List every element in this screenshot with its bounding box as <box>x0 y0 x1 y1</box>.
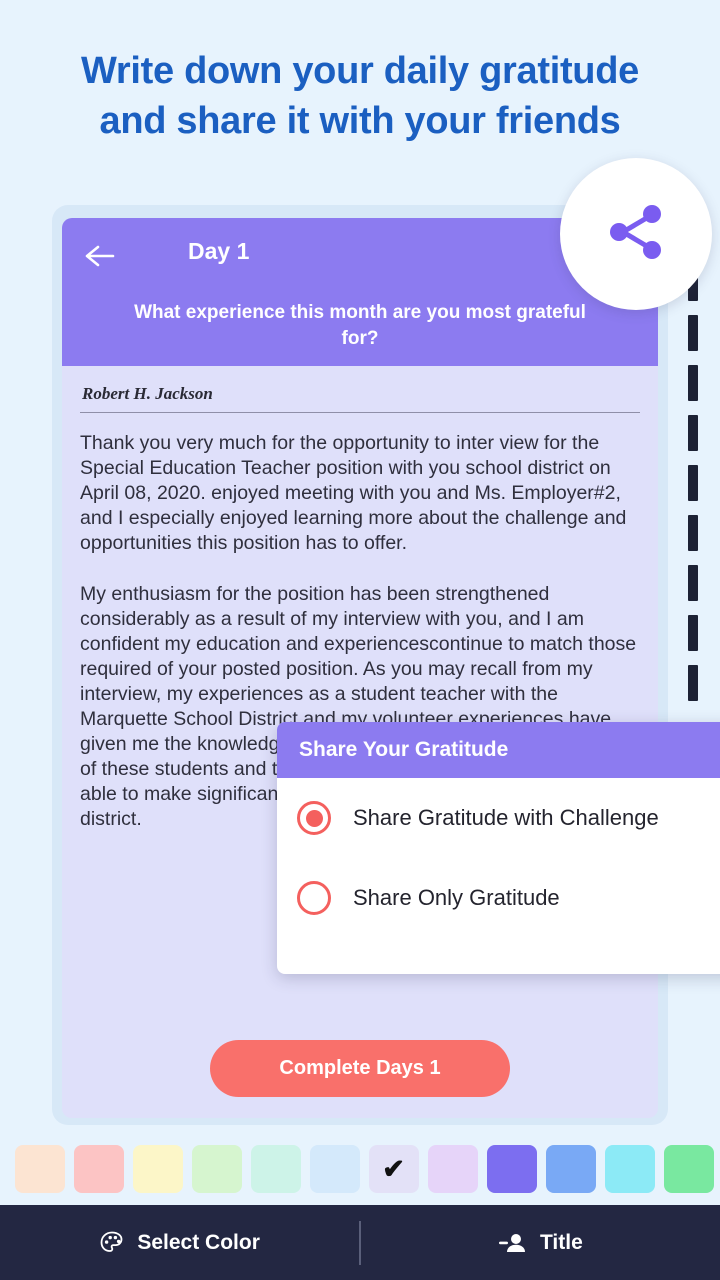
select-color-button[interactable]: Select Color <box>0 1205 359 1280</box>
app-screen: Write down your daily gratitude and shar… <box>0 0 720 1280</box>
color-swatch[interactable] <box>427 1145 478 1193</box>
page-title: Write down your daily gratitude and shar… <box>0 46 720 146</box>
headline-line-1: Write down your daily gratitude <box>81 50 639 92</box>
share-button[interactable] <box>560 158 712 310</box>
radio-unselected-icon[interactable] <box>297 881 331 915</box>
select-color-label: Select Color <box>137 1230 260 1254</box>
person-add-icon <box>498 1231 528 1255</box>
author-signature: Robert H. Jackson <box>82 384 213 403</box>
share-option-label: Share Gratitude with Challenge <box>353 805 659 830</box>
color-swatch[interactable] <box>73 1145 124 1193</box>
share-option-only-gratitude[interactable]: Share Only Gratitude <box>277 858 720 938</box>
color-swatch[interactable] <box>663 1145 714 1193</box>
palette-icon <box>99 1230 125 1256</box>
gratitude-card: Day 1 What experience this month are you… <box>62 218 658 1118</box>
color-swatch[interactable] <box>545 1145 596 1193</box>
color-swatch[interactable] <box>191 1145 242 1193</box>
title-button[interactable]: Title <box>361 1205 720 1280</box>
dashed-edge-decoration <box>688 265 698 730</box>
color-swatch[interactable] <box>132 1145 183 1193</box>
share-option-label: Share Only Gratitude <box>353 885 560 910</box>
share-dialog-title: Share Your Gratitude <box>277 722 720 778</box>
signature-divider <box>80 412 640 413</box>
share-option-with-challenge[interactable]: Share Gratitude with Challenge <box>277 778 720 858</box>
check-icon: ✔ <box>382 1153 405 1184</box>
color-swatch[interactable] <box>14 1145 65 1193</box>
bottom-toolbar: Select Color Title <box>0 1205 720 1280</box>
prompt-question: What experience this month are you most … <box>134 302 586 349</box>
color-swatch[interactable] <box>486 1145 537 1193</box>
title-label: Title <box>539 1230 583 1254</box>
radio-selected-icon[interactable] <box>297 801 331 835</box>
color-swatch[interactable] <box>309 1145 360 1193</box>
color-swatch[interactable]: ✔ <box>368 1145 419 1193</box>
share-dialog: Share Your Gratitude Share Gratitude wit… <box>277 722 720 974</box>
back-arrow-icon[interactable] <box>80 236 120 276</box>
day-label: Day 1 <box>188 238 250 264</box>
color-swatch[interactable] <box>604 1145 655 1193</box>
headline-line-2: and share it with your friends <box>99 100 621 142</box>
color-palette[interactable]: ✔ <box>0 1133 720 1205</box>
share-icon <box>603 201 669 268</box>
color-swatch[interactable] <box>250 1145 301 1193</box>
complete-days-button[interactable]: Complete Days 1 <box>210 1040 510 1097</box>
letter-paragraph-1: Thank you very much for the opportunity … <box>80 432 627 554</box>
